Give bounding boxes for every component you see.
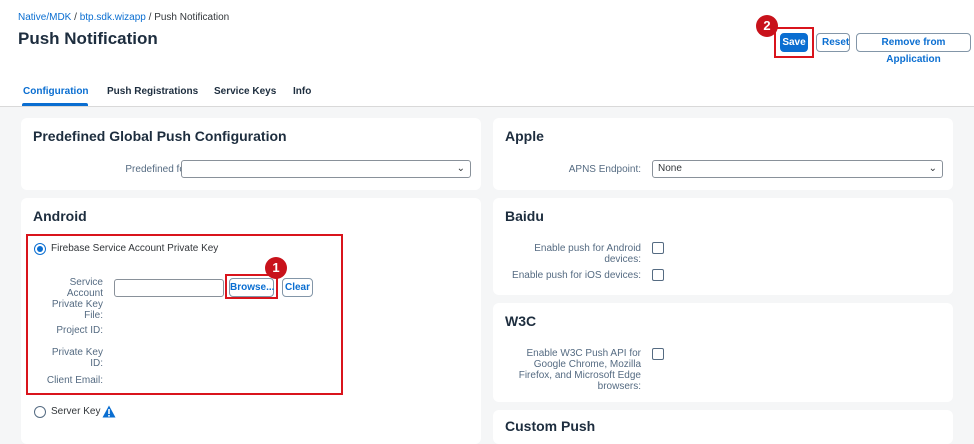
warning-icon <box>102 405 116 418</box>
chevron-down-icon: ⌄ <box>456 163 465 174</box>
card-title: Baidu <box>505 208 544 224</box>
tab-configuration[interactable]: Configuration <box>23 86 89 97</box>
enable-ios-label: Enable push for iOS devices: <box>512 270 641 281</box>
apple-card: Apple APNS Endpoint: None ⌄ <box>493 118 953 190</box>
baidu-card: Baidu Enable push for Android devices: E… <box>493 198 953 295</box>
tab-service-keys[interactable]: Service Keys <box>214 86 276 97</box>
breadcrumb-item-native-mdk[interactable]: Native/MDK <box>18 12 71 23</box>
card-title: Apple <box>505 128 544 144</box>
step-marker-2: 2 <box>756 15 778 37</box>
highlight-box-save <box>774 27 814 58</box>
breadcrumb-item-app[interactable]: btp.sdk.wizapp <box>80 12 146 23</box>
w3c-push-api-checkbox[interactable] <box>652 348 664 360</box>
page-header: Native/MDK / btp.sdk.wizapp / Push Notif… <box>0 0 974 107</box>
apns-endpoint-value: None <box>658 163 682 174</box>
breadcrumb-separator: / <box>145 12 155 23</box>
chevron-down-icon: ⌄ <box>928 163 937 174</box>
highlight-box-firebase <box>26 234 343 395</box>
apns-endpoint-select[interactable]: None ⌄ <box>652 160 943 178</box>
predefined-config-card: Predefined Global Push Configuration Pre… <box>21 118 481 190</box>
breadcrumb-separator: / <box>71 12 80 23</box>
predefined-for-label: Predefined for: <box>125 164 191 175</box>
server-key-radio[interactable] <box>34 406 46 418</box>
w3c-card: W3C Enable W3C Push API for Google Chrom… <box>493 303 953 402</box>
breadcrumb-item-current: Push Notification <box>154 12 230 23</box>
w3c-push-api-label: Enable W3C Push API for Google Chrome, M… <box>518 348 641 392</box>
card-title: Custom Push <box>505 418 596 434</box>
page-title: Push Notification <box>18 29 158 48</box>
tab-info[interactable]: Info <box>293 86 311 97</box>
card-title: Predefined Global Push Configuration <box>33 128 287 144</box>
breadcrumb: Native/MDK / btp.sdk.wizapp / Push Notif… <box>18 12 229 23</box>
reset-button[interactable]: Reset <box>816 33 850 52</box>
tab-push-registrations[interactable]: Push Registrations <box>107 86 198 97</box>
predefined-for-select[interactable]: ⌄ <box>181 160 471 178</box>
enable-android-checkbox[interactable] <box>652 242 664 254</box>
custom-push-card: Custom Push <box>493 410 953 444</box>
enable-android-label: Enable push for Android devices: <box>534 243 641 265</box>
apns-endpoint-label: APNS Endpoint: <box>568 164 641 175</box>
enable-ios-checkbox[interactable] <box>652 269 664 281</box>
remove-from-application-button[interactable]: Remove from Application <box>856 33 971 65</box>
card-title: W3C <box>505 313 537 329</box>
server-key-radio-label: Server Key <box>51 406 101 417</box>
active-tab-indicator <box>22 103 88 106</box>
step-marker-1: 1 <box>265 257 287 279</box>
card-title: Android <box>33 208 87 224</box>
